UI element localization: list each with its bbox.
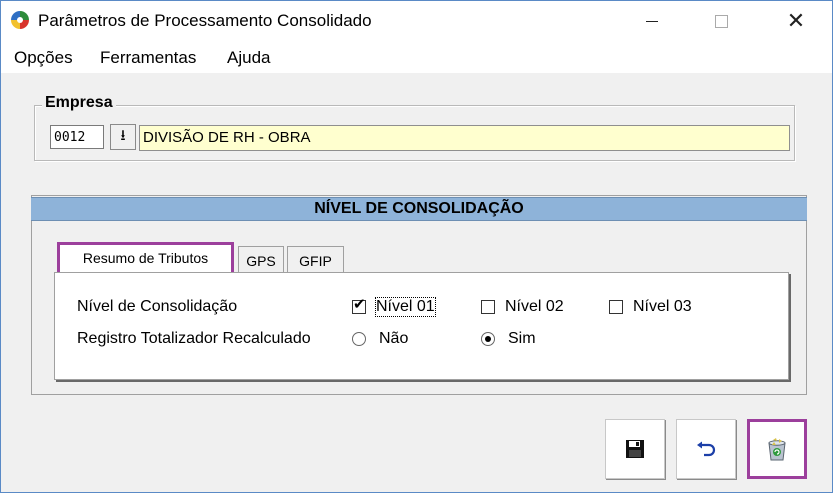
tab-gfip[interactable]: GFIP bbox=[287, 246, 344, 274]
maximize-button[interactable] bbox=[698, 1, 744, 41]
close-button[interactable]: ✕ bbox=[773, 1, 819, 41]
registro-nao-label: Não bbox=[379, 330, 409, 347]
menu-bar: Opções Ferramentas Ajuda bbox=[1, 41, 832, 73]
menu-opcoes[interactable]: Opções bbox=[14, 48, 73, 68]
nivel-02-label: Nível 02 bbox=[505, 298, 564, 315]
registro-nao-radio[interactable] bbox=[352, 332, 366, 346]
nivel-consolidacao-label: Nível de Consolidação bbox=[77, 298, 238, 315]
window-title: Parâmetros de Processamento Consolidado bbox=[38, 11, 372, 30]
nivel-03-option[interactable]: Nível 03 bbox=[609, 298, 692, 316]
empresa-name-field: DIVISÃO DE RH - OBRA bbox=[139, 125, 790, 151]
floppy-disk-icon bbox=[626, 440, 644, 458]
registro-sim-option[interactable]: Sim bbox=[481, 330, 536, 348]
empresa-code-field[interactable]: 0012 bbox=[50, 125, 104, 149]
nivel-01-label: Nível 01 bbox=[375, 297, 436, 317]
registro-sim-label: Sim bbox=[508, 330, 536, 347]
save-button[interactable] bbox=[605, 419, 665, 479]
menu-ajuda[interactable]: Ajuda bbox=[227, 48, 270, 68]
close-icon: ✕ bbox=[786, 8, 806, 33]
tab-gps[interactable]: GPS bbox=[238, 246, 284, 274]
nivel-02-option[interactable]: Nível 02 bbox=[481, 298, 564, 316]
form-body: Empresa 0012 ⭳ DIVISÃO DE RH - OBRA NÍVE… bbox=[2, 73, 832, 492]
nivel-03-checkbox[interactable] bbox=[609, 300, 623, 314]
registro-nao-option[interactable]: Não bbox=[352, 330, 408, 348]
registro-totalizador-label: Registro Totalizador Recalculado bbox=[77, 330, 311, 347]
recycle-bin-button[interactable] bbox=[747, 419, 807, 479]
registro-sim-radio[interactable] bbox=[481, 332, 495, 346]
nivel-01-checkbox[interactable] bbox=[352, 297, 366, 314]
download-arrow-icon: ⭳ bbox=[120, 126, 126, 144]
undo-arrow-icon bbox=[697, 441, 716, 457]
recycle-bin-icon bbox=[768, 438, 786, 461]
consolidacao-header: NÍVEL DE CONSOLIDAÇÃO bbox=[31, 197, 807, 221]
app-window: Parâmetros de Processamento Consolidado … bbox=[0, 0, 833, 493]
tab-resumo-de-tributos[interactable]: Resumo de Tributos bbox=[57, 242, 234, 275]
menu-ferramentas[interactable]: Ferramentas bbox=[100, 48, 196, 68]
empresa-lookup-button[interactable]: ⭳ bbox=[110, 124, 136, 150]
nivel-03-label: Nível 03 bbox=[633, 298, 692, 315]
minimize-icon bbox=[646, 20, 658, 22]
nivel-02-checkbox[interactable] bbox=[481, 300, 495, 314]
maximize-icon bbox=[714, 14, 728, 28]
undo-button[interactable] bbox=[676, 419, 736, 479]
nivel-01-option[interactable]: Nível 01 bbox=[352, 297, 436, 317]
empresa-group-label: Empresa bbox=[42, 94, 116, 112]
minimize-button[interactable] bbox=[629, 1, 675, 41]
tab-page-resumo bbox=[54, 272, 789, 380]
app-logo-icon bbox=[11, 11, 29, 29]
title-bar: Parâmetros de Processamento Consolidado … bbox=[1, 1, 832, 41]
